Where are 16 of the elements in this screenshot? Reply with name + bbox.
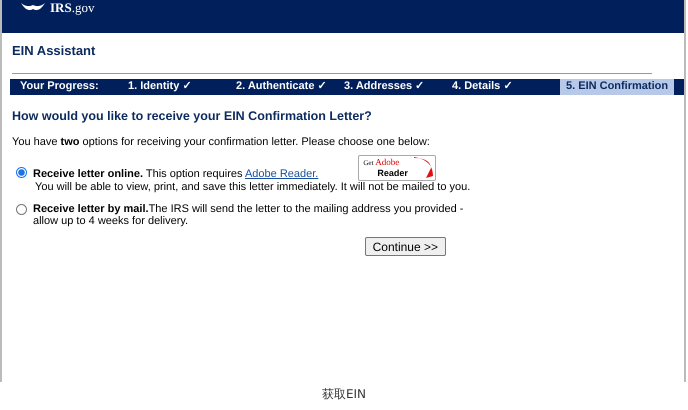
progress-step: 5. EIN Confirmation	[560, 78, 674, 94]
progress-label: Your Progress:	[19, 79, 100, 94]
caption: 获取EIN	[322, 386, 366, 403]
page-title: EIN Assistant	[12, 42, 96, 60]
progress-step: 1. Identity ✓	[128, 78, 236, 95]
option-text: Receive letter online. This option requires Adobe Reader.	[33, 168, 318, 181]
continue-button[interactable]: Continue >>	[364, 236, 446, 256]
logo: IRS.gov	[50, 1, 94, 14]
intro-text: You have two options for receiving your confirmation letter. Please choose one below:	[12, 135, 431, 150]
question-heading: How would you like to receive your EIN Confirmation Letter?	[12, 108, 373, 125]
progress-step: 2. Authenticate ✓	[236, 78, 344, 95]
option-detail: You will be able to view, print, and save this letter immediately. It will not be mailed to you.	[34, 180, 470, 193]
adobe-reader-link[interactable]: Adobe Reader.	[244, 168, 318, 180]
option-text: Receive letter by mail.The IRS will send the letter to the mailing address you provided - allow up to 4 weeks for delivery.	[33, 202, 464, 227]
progress-step: 3. Addresses ✓	[344, 78, 452, 95]
progress-step: 4. Details ✓	[452, 78, 560, 95]
